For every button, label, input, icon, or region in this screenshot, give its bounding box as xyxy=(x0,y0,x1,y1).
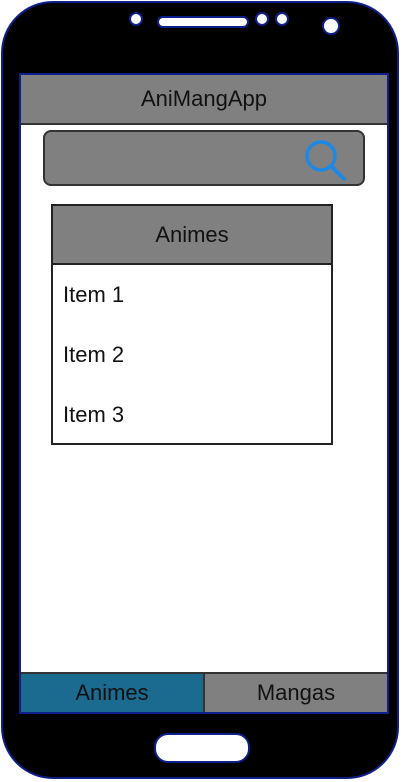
list-item-label: Item 3 xyxy=(63,402,125,427)
screen: AniMangApp Animes Item 1 Item 2 Item 3 A… xyxy=(19,73,389,714)
list-header-label: Animes xyxy=(155,221,229,247)
app-bar: AniMangApp xyxy=(21,75,387,125)
list-header: Animes xyxy=(53,206,331,265)
sensor-dot-1 xyxy=(255,12,269,26)
sensor-dot-2 xyxy=(275,12,289,26)
list-item[interactable]: Item 2 xyxy=(53,325,331,385)
bottom-tab-bar: Animes Mangas xyxy=(21,672,387,712)
anime-list: Animes Item 1 Item 2 Item 3 xyxy=(51,204,333,445)
phone-frame: AniMangApp Animes Item 1 Item 2 Item 3 A… xyxy=(1,1,399,779)
front-camera xyxy=(322,17,340,35)
tab-animes-label: Animes xyxy=(75,680,149,705)
home-button[interactable] xyxy=(154,733,250,763)
list-item[interactable]: Item 3 xyxy=(53,385,331,445)
tab-animes[interactable]: Animes xyxy=(21,674,205,712)
camera-dot-left xyxy=(129,12,143,26)
tab-mangas-label: Mangas xyxy=(256,680,336,705)
search-input[interactable] xyxy=(43,130,365,186)
tab-mangas[interactable]: Mangas xyxy=(205,674,387,712)
app-title: AniMangApp xyxy=(141,86,267,111)
list-item-label: Item 2 xyxy=(63,342,125,367)
speaker-grille xyxy=(157,16,249,28)
list-item-label: Item 1 xyxy=(63,282,125,307)
search-icon[interactable] xyxy=(303,138,347,182)
list-item[interactable]: Item 1 xyxy=(53,265,331,325)
